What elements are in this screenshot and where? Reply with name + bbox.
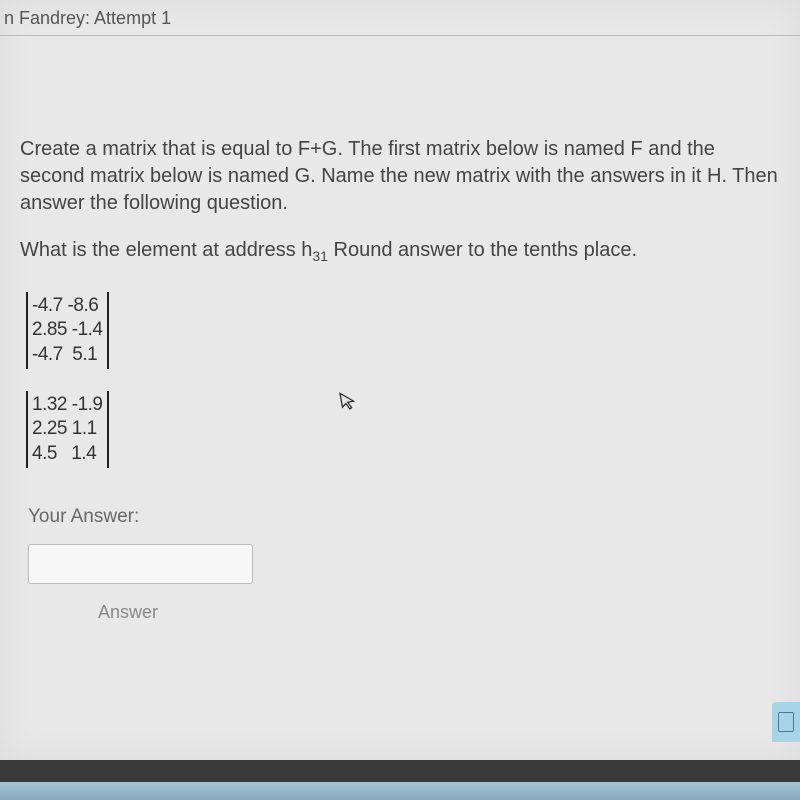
quiz-screen: n Fandrey: Attempt 1 Create a matrix tha… bbox=[0, 0, 800, 760]
matrix-G: 1.32 -1.9 2.25 1.1 4.5 1.4 bbox=[26, 391, 109, 468]
header-bar: n Fandrey: Attempt 1 bbox=[0, 0, 800, 36]
prompt-suffix: Round answer to the tenths place. bbox=[328, 239, 637, 261]
matrix-G-row-3: 4.5 1.4 bbox=[32, 442, 103, 466]
matrix-F-row-2: 2.85 -1.4 bbox=[32, 318, 103, 342]
matrix-G-row-1: 1.32 -1.9 bbox=[32, 393, 103, 417]
question-paragraph: Create a matrix that is equal to F+G. Th… bbox=[20, 136, 780, 217]
matrix-F: -4.7 -8.6 2.85 -1.4 -4.7 5.1 bbox=[26, 292, 109, 369]
taskbar bbox=[0, 782, 800, 800]
matrix-F-row-1: -4.7 -8.6 bbox=[32, 294, 103, 318]
answer-label: Your Answer: bbox=[28, 506, 780, 528]
answer-caption: Answer bbox=[98, 602, 780, 623]
prompt-subscript: 31 bbox=[312, 248, 328, 264]
breadcrumb: n Fandrey: Attempt 1 bbox=[0, 8, 800, 29]
answer-input[interactable] bbox=[28, 544, 253, 584]
answer-section: Your Answer: Answer bbox=[20, 506, 780, 623]
question-content: Create a matrix that is equal to F+G. Th… bbox=[0, 36, 800, 643]
matrix-G-row-2: 2.25 1.1 bbox=[32, 417, 103, 441]
question-prompt: What is the element at address h31 Round… bbox=[20, 239, 780, 264]
prompt-prefix: What is the element at address h bbox=[20, 239, 312, 261]
matrix-F-row-3: -4.7 5.1 bbox=[32, 343, 103, 367]
page-indicator-icon[interactable] bbox=[772, 702, 800, 742]
